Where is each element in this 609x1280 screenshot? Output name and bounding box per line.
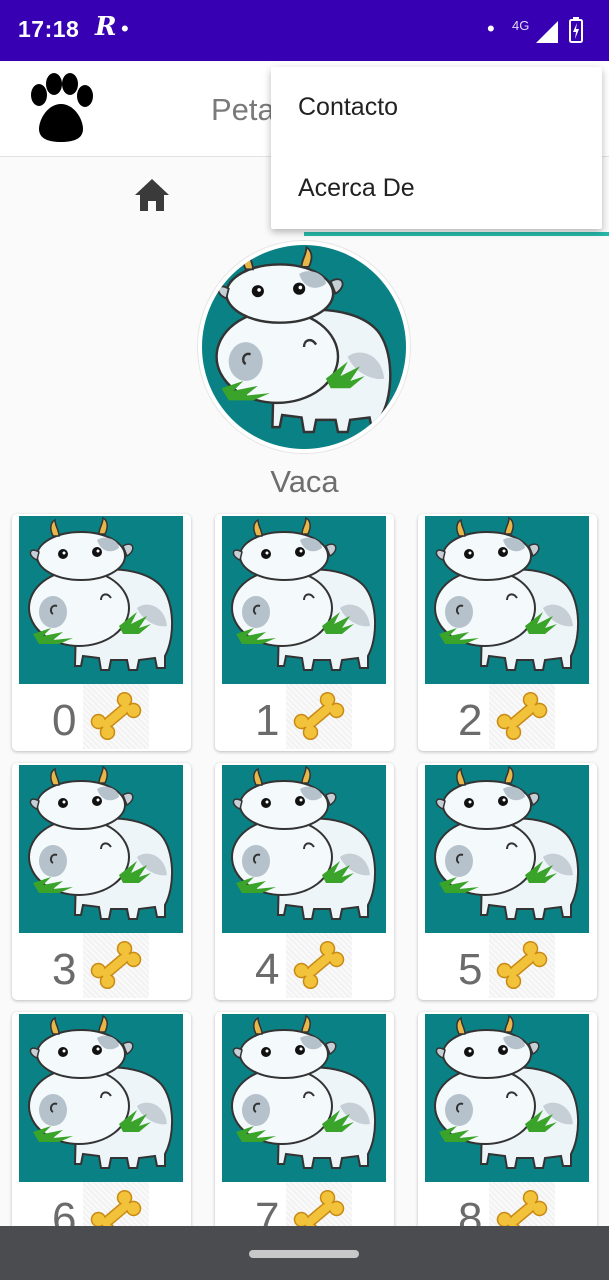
cow-icon [215,245,392,434]
menu-item-contacto[interactable]: Contacto [271,67,602,148]
app-indicator: R [95,12,117,42]
bone-icon [90,940,142,990]
pet-card[interactable]: 8 [418,1012,597,1249]
navigation-bar [0,1226,609,1280]
like-button[interactable] [83,684,149,749]
paw-icon [31,73,93,142]
cow-icon [28,1014,174,1169]
home-gesture-handle[interactable] [249,1250,359,1258]
cow-icon [231,1014,377,1169]
cow-icon [231,516,377,671]
tab-indicator [304,232,609,236]
like-button[interactable] [489,933,555,998]
pet-card[interactable]: 4 [215,763,394,1000]
bone-icon [293,691,345,741]
network-label: 4G [512,18,530,33]
bone-icon [496,940,548,990]
pet-photo [222,516,386,684]
cow-icon [434,765,580,920]
cow-icon [28,765,174,920]
pet-card[interactable]: 5 [418,763,597,1000]
pet-photo [19,765,183,933]
bone-icon [496,691,548,741]
menu-item-acerca-de[interactable]: Acerca De [271,148,602,229]
cow-icon [231,765,377,920]
like-button[interactable] [83,933,149,998]
pet-card[interactable]: 3 [12,763,191,1000]
pet-card[interactable]: 7 [215,1012,394,1249]
pet-card[interactable]: 6 [12,1012,191,1249]
like-button[interactable] [286,684,352,749]
notification-dot: • [121,16,129,41]
pet-card[interactable]: 1 [215,514,394,751]
tab-home[interactable] [112,160,192,230]
notification-dot: • [487,16,495,41]
like-count: 3 [52,945,77,994]
like-button[interactable] [489,684,555,749]
like-count: 2 [458,696,483,745]
pet-photo [425,516,589,684]
cow-icon [434,516,580,671]
pet-photo [425,1014,589,1182]
like-count: 1 [255,696,280,745]
home-icon [135,179,169,211]
pet-photo [222,1014,386,1182]
cow-icon [28,516,174,671]
pet-photo [425,765,589,933]
status-time: 17:18 [18,16,80,42]
battery-icon [569,17,583,43]
bone-icon [90,691,142,741]
like-button[interactable] [286,933,352,998]
overflow-menu: Contacto Acerca De [271,67,602,229]
profile-name: Vaca [270,464,339,499]
pet-card[interactable]: 0 [12,514,191,751]
signal-icon [536,21,558,43]
status-bar: 17:18 R • • 4G [0,0,609,61]
pet-photo [19,1014,183,1182]
like-count: 0 [52,696,77,745]
pet-card[interactable]: 2 [418,514,597,751]
pet-photo [222,765,386,933]
cow-icon [434,1014,580,1169]
pet-photo [19,516,183,684]
like-count: 4 [255,945,280,994]
profile-avatar [198,241,410,453]
like-count: 5 [458,945,483,994]
bone-icon [293,940,345,990]
app-title: Peta [211,92,275,127]
